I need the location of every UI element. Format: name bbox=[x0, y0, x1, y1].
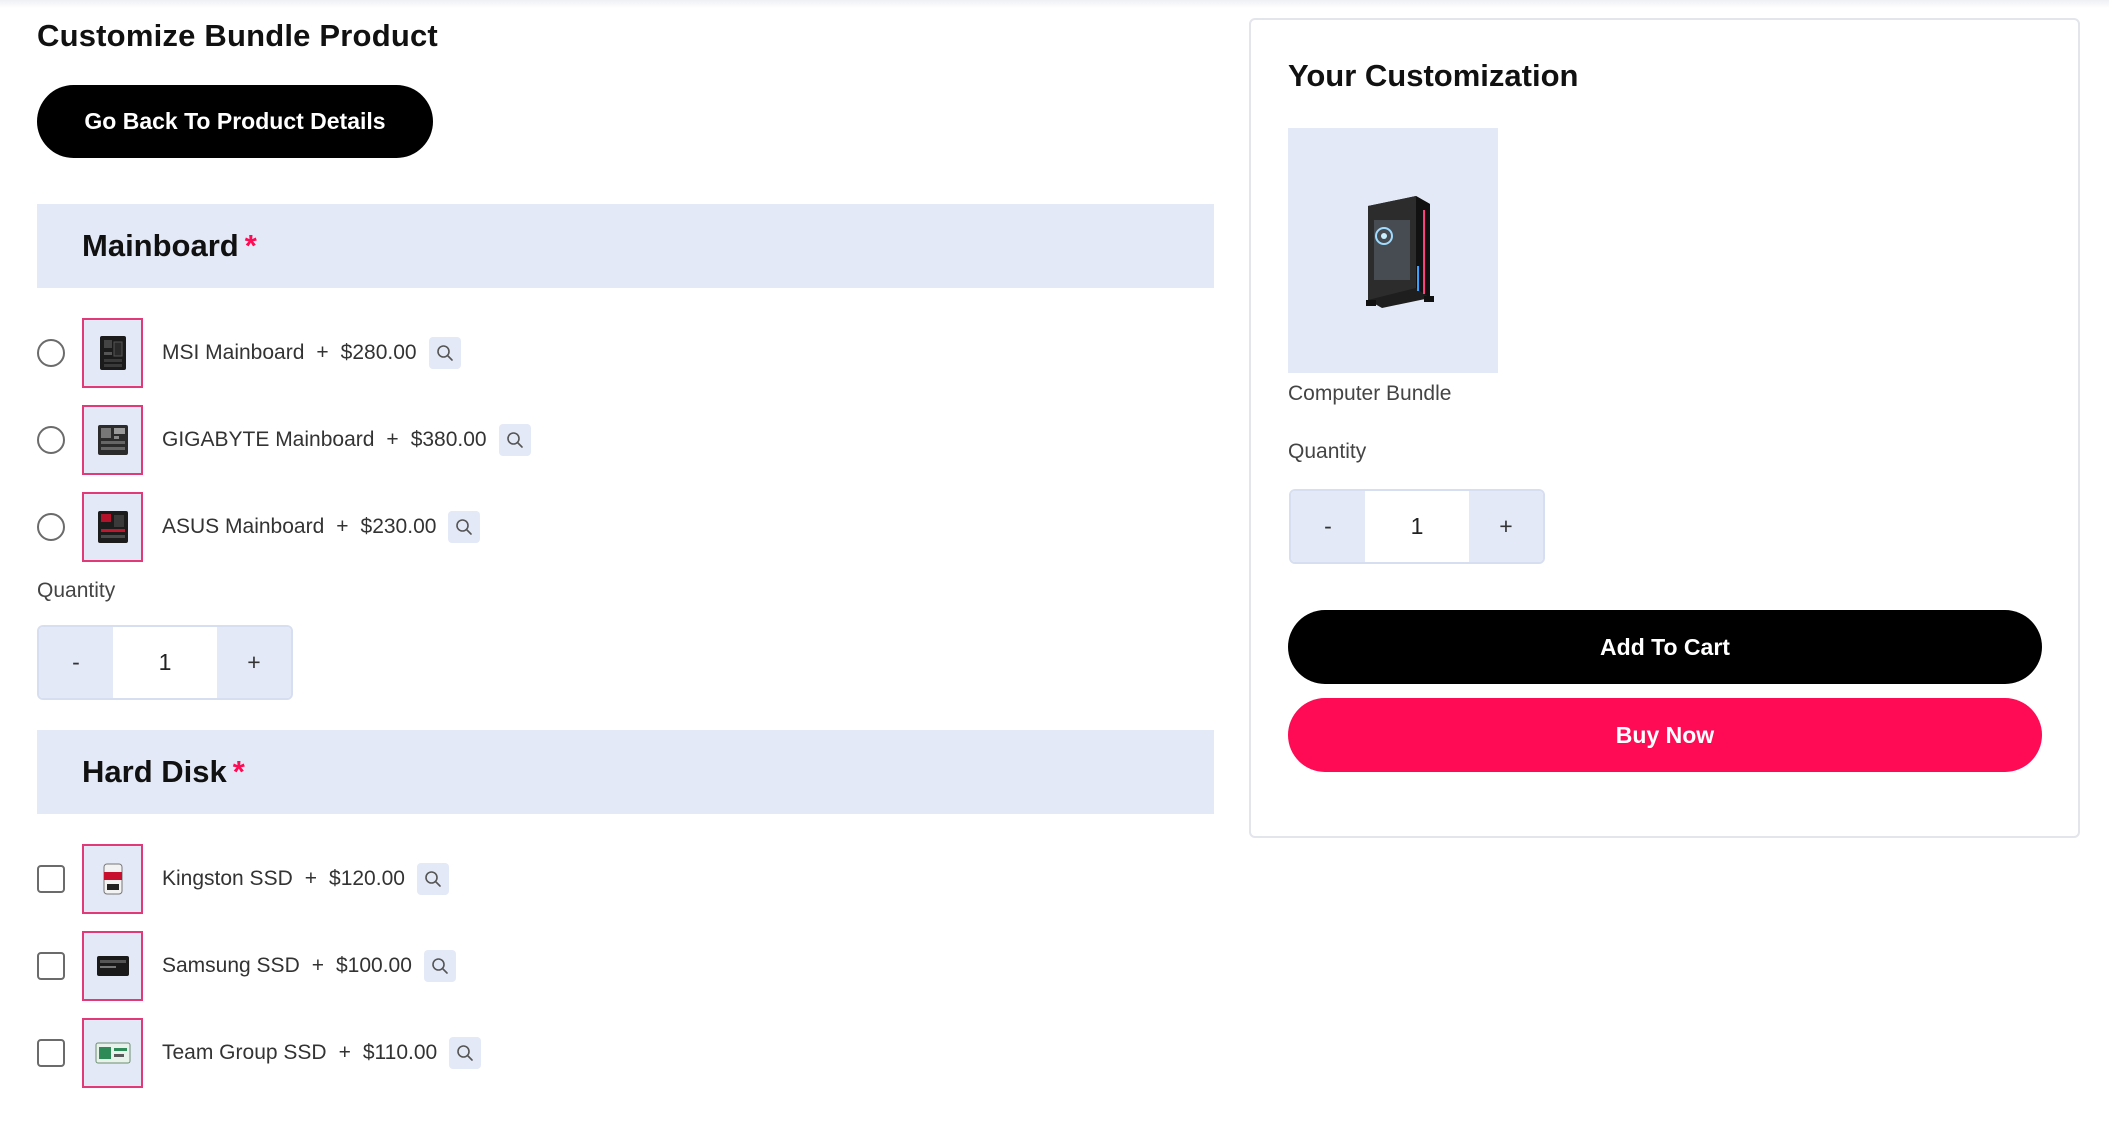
page: Customize Bundle Product Go Back To Prod… bbox=[0, 0, 2109, 1129]
go-back-button[interactable]: Go Back To Product Details bbox=[37, 85, 433, 158]
option-price: $110.00 bbox=[362, 1041, 438, 1064]
harddisk-option[interactable]: Kingston SSD + $120.00 bbox=[37, 844, 1214, 914]
mainboard-section-header: Mainboard * bbox=[37, 204, 1214, 288]
option-name: Team Group SSD bbox=[162, 1041, 327, 1064]
search-icon[interactable] bbox=[449, 1037, 482, 1069]
radio-button[interactable] bbox=[37, 339, 65, 367]
option-plus: + bbox=[386, 428, 399, 451]
harddisk-options: Kingston SSD + $120.00 Samsung SSD + $10… bbox=[37, 844, 1214, 1088]
customization-panel: Your Customization Computer Bundle Quant… bbox=[1249, 18, 2080, 838]
radio-button[interactable] bbox=[37, 513, 65, 541]
option-price: $380.00 bbox=[410, 428, 487, 451]
option-price: $120.00 bbox=[329, 867, 405, 890]
increment-button[interactable]: + bbox=[1469, 491, 1543, 562]
add-to-cart-button[interactable]: Add To Cart bbox=[1288, 610, 2042, 684]
harddisk-section-header: Hard Disk * bbox=[37, 730, 1214, 814]
option-name: MSI Mainboard bbox=[162, 341, 305, 364]
customization-title: Your Customization bbox=[1288, 58, 1579, 93]
mainboard-thumb-icon bbox=[82, 318, 143, 388]
pc-case-icon bbox=[1366, 195, 1434, 308]
decrement-button[interactable]: - bbox=[39, 627, 113, 698]
harddisk-option[interactable]: Team Group SSD + $110.00 bbox=[37, 1018, 1214, 1088]
option-name: Samsung SSD bbox=[162, 954, 300, 977]
mainboard-thumb-icon bbox=[82, 492, 143, 562]
quantity-input[interactable]: 1 bbox=[1365, 491, 1469, 562]
bundle-quantity-stepper: - 1 + bbox=[1289, 489, 1545, 564]
product-name: Computer Bundle bbox=[1288, 382, 1452, 405]
search-icon[interactable] bbox=[423, 950, 456, 982]
option-plus: + bbox=[311, 954, 324, 977]
increment-button[interactable]: + bbox=[217, 627, 291, 698]
mainboard-option[interactable]: MSI Mainboard + $280.00 bbox=[37, 318, 1214, 388]
search-icon[interactable] bbox=[428, 337, 461, 369]
top-shadow bbox=[0, 0, 2109, 8]
required-mark: * bbox=[232, 754, 245, 789]
harddisk-option[interactable]: Samsung SSD + $100.00 bbox=[37, 931, 1214, 1001]
option-price: $280.00 bbox=[340, 341, 417, 364]
option-plus: + bbox=[316, 341, 329, 364]
option-plus: + bbox=[338, 1041, 351, 1064]
radio-button[interactable] bbox=[37, 426, 65, 454]
option-plus: + bbox=[304, 867, 318, 890]
search-icon[interactable] bbox=[448, 511, 481, 543]
search-icon[interactable] bbox=[498, 424, 531, 456]
checkbox[interactable] bbox=[37, 1039, 65, 1067]
required-mark: * bbox=[244, 228, 257, 263]
option-name: Kingston SSD bbox=[162, 867, 293, 890]
checkbox[interactable] bbox=[37, 952, 65, 980]
option-name: GIGABYTE Mainboard bbox=[162, 428, 375, 451]
section-title: Mainboard bbox=[82, 228, 239, 263]
product-image bbox=[1288, 128, 1498, 373]
mainboard-option[interactable]: GIGABYTE Mainboard + $380.00 bbox=[37, 405, 1214, 475]
mainboard-options: MSI Mainboard + $280.00 GIGABYTE Mainboa… bbox=[37, 318, 1214, 562]
ssd-thumb-icon bbox=[82, 844, 143, 914]
option-price: $100.00 bbox=[336, 954, 412, 977]
mainboard-quantity-label: Quantity bbox=[37, 579, 116, 602]
checkbox[interactable] bbox=[37, 865, 65, 893]
bundle-quantity-label: Quantity bbox=[1288, 440, 1367, 463]
buy-now-button[interactable]: Buy Now bbox=[1288, 698, 2042, 772]
quantity-input[interactable]: 1 bbox=[113, 627, 217, 698]
option-plus: + bbox=[336, 515, 349, 538]
option-price: $230.00 bbox=[360, 515, 437, 538]
page-title: Customize Bundle Product bbox=[37, 18, 438, 53]
mainboard-thumb-icon bbox=[82, 405, 143, 475]
decrement-button[interactable]: - bbox=[1291, 491, 1365, 562]
section-title: Hard Disk bbox=[82, 754, 227, 789]
mainboard-quantity-stepper: - 1 + bbox=[37, 625, 293, 700]
mainboard-option[interactable]: ASUS Mainboard + $230.00 bbox=[37, 492, 1214, 562]
bundle-options-column: Customize Bundle Product Go Back To Prod… bbox=[37, 18, 1214, 1105]
ssd-thumb-icon bbox=[82, 931, 143, 1001]
search-icon[interactable] bbox=[416, 863, 449, 895]
ssd-thumb-icon bbox=[82, 1018, 143, 1088]
option-name: ASUS Mainboard bbox=[162, 515, 325, 538]
